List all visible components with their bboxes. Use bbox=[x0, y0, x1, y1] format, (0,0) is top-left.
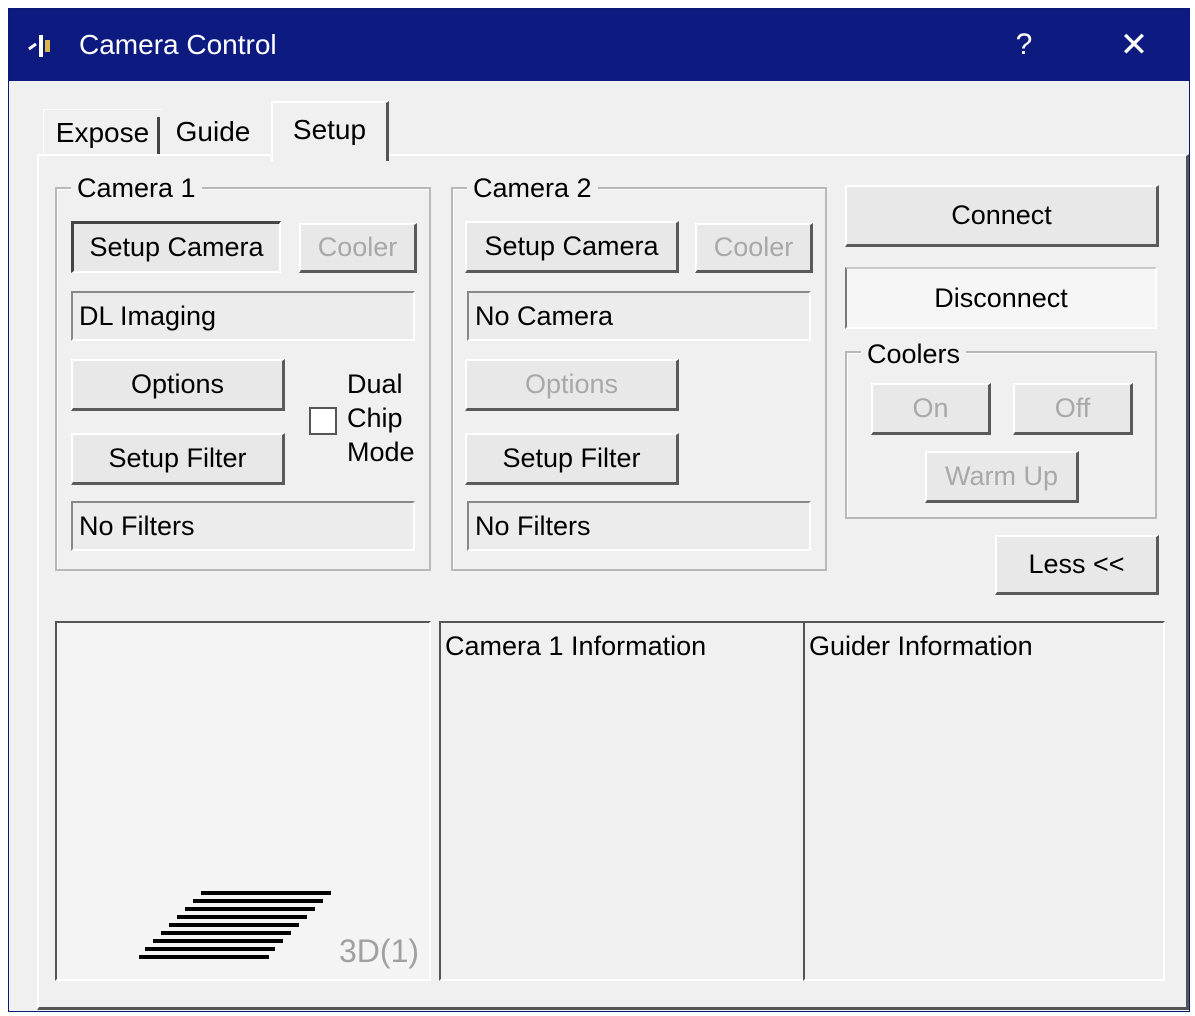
camera1-info-pane: Camera 1 Information bbox=[439, 621, 805, 981]
disconnect-button[interactable]: Disconnect bbox=[845, 267, 1157, 329]
dual-chip-label-line1: Dual bbox=[347, 369, 403, 399]
camera1-setup-camera-button[interactable]: Setup Camera bbox=[71, 221, 281, 273]
close-icon[interactable]: ✕ bbox=[1109, 19, 1159, 71]
dual-chip-label-line2: Chip bbox=[347, 403, 403, 433]
tab-setup[interactable]: Setup bbox=[271, 101, 389, 161]
title-bar[interactable]: Camera Control ? ✕ bbox=[9, 9, 1189, 81]
camera1-options-button[interactable]: Options bbox=[71, 359, 285, 411]
camera1-filters-field: No Filters bbox=[71, 501, 415, 551]
camera2-name-field: No Camera bbox=[467, 291, 811, 341]
coolers-legend: Coolers bbox=[861, 339, 967, 369]
guider-info-title: Guider Information bbox=[809, 631, 1033, 661]
connect-button[interactable]: Connect bbox=[845, 185, 1159, 247]
image-placeholder-icon bbox=[139, 891, 331, 959]
camera2-setup-filter-button[interactable]: Setup Filter bbox=[465, 433, 679, 485]
camera2-cooler-button[interactable]: Cooler bbox=[695, 223, 813, 273]
coolers-off-button[interactable]: Off bbox=[1013, 383, 1133, 435]
camera1-name-field: DL Imaging bbox=[71, 291, 415, 341]
camera2-filters-field: No Filters bbox=[467, 501, 811, 551]
camera1-info-title: Camera 1 Information bbox=[445, 631, 707, 661]
coolers-on-button[interactable]: On bbox=[871, 383, 991, 435]
dual-chip-mode-checkbox[interactable] bbox=[309, 407, 337, 435]
dual-chip-label-line3: Mode bbox=[347, 437, 415, 467]
camera2-setup-camera-button[interactable]: Setup Camera bbox=[465, 221, 679, 273]
warm-up-button[interactable]: Warm Up bbox=[925, 451, 1079, 503]
camera1-legend: Camera 1 bbox=[71, 173, 202, 203]
help-icon[interactable]: ? bbox=[999, 19, 1049, 71]
tab-divider bbox=[157, 117, 160, 155]
camera2-options-button[interactable]: Options bbox=[465, 359, 679, 411]
camera1-setup-filter-button[interactable]: Setup Filter bbox=[71, 433, 285, 485]
guider-info-pane: Guider Information bbox=[803, 621, 1165, 981]
tab-guide[interactable]: Guide bbox=[163, 109, 263, 155]
tab-expose[interactable]: Expose bbox=[43, 109, 161, 155]
preview-label: 3D(1) bbox=[339, 933, 420, 969]
app-icon bbox=[28, 35, 50, 57]
preview-pane: 3D(1) bbox=[55, 621, 431, 981]
camera-control-window: Camera Control ? ✕ Expose Guide Setup Ca… bbox=[8, 8, 1190, 1012]
window-title: Camera Control bbox=[79, 29, 277, 60]
camera1-cooler-button[interactable]: Cooler bbox=[299, 223, 417, 273]
camera2-legend: Camera 2 bbox=[467, 173, 598, 203]
less-button[interactable]: Less << bbox=[995, 535, 1159, 595]
